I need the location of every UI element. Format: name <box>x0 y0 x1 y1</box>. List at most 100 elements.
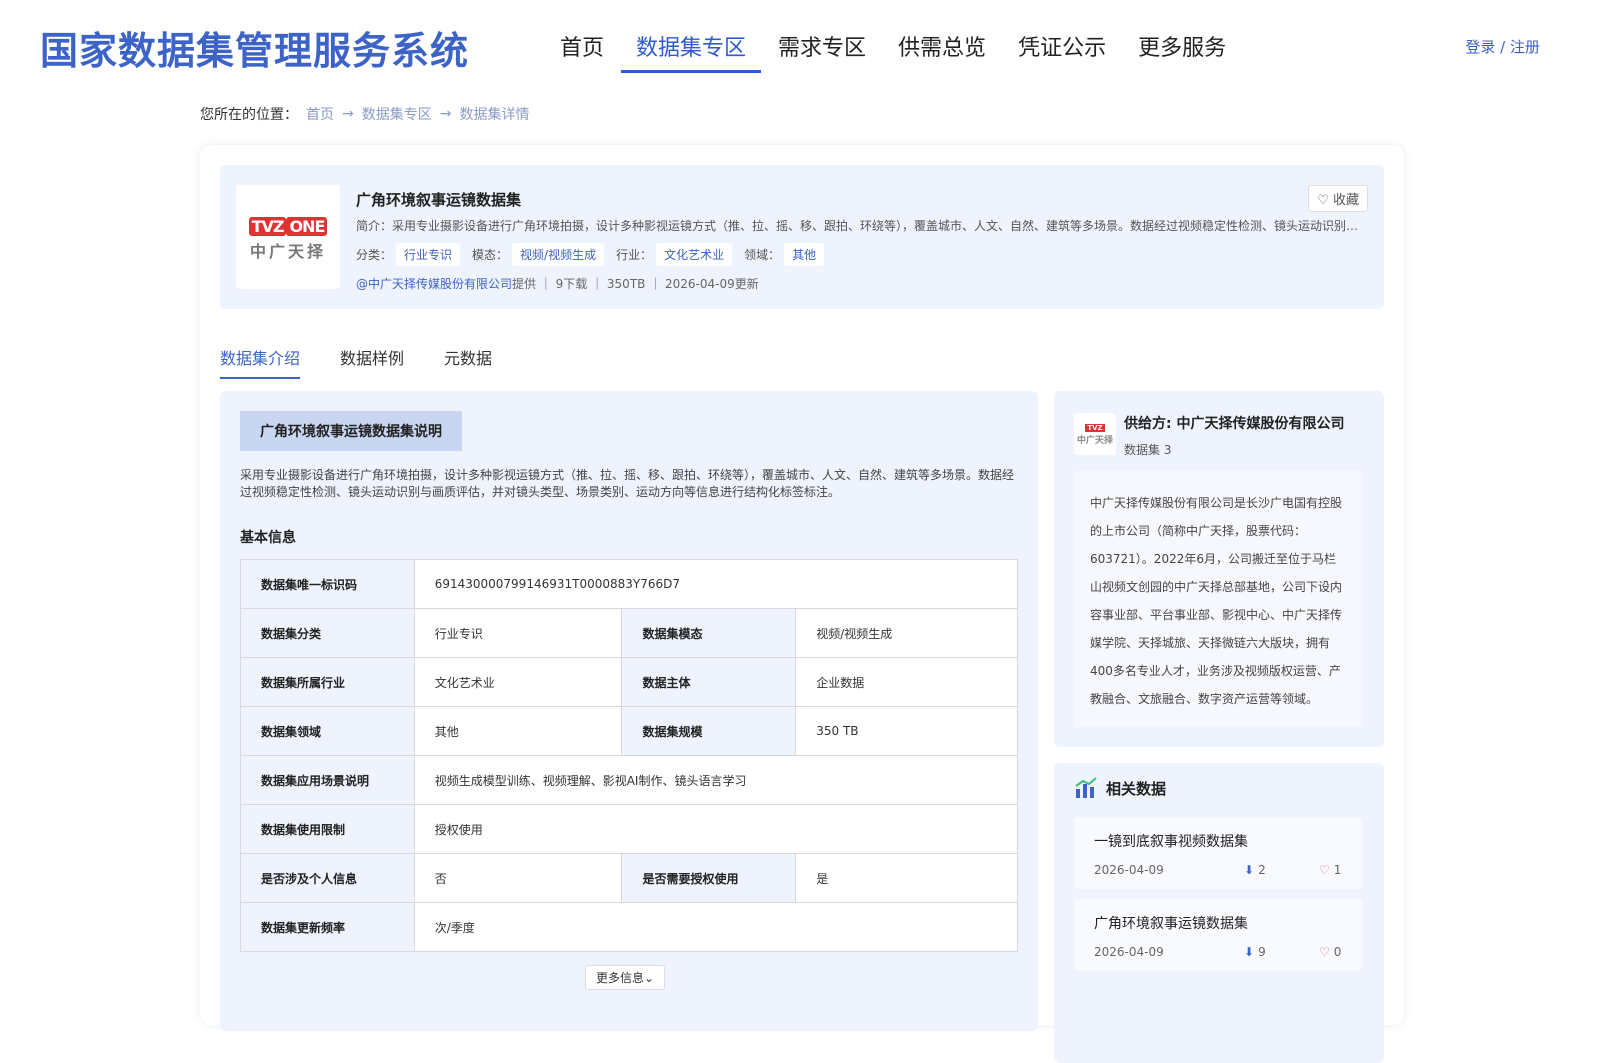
download-count: 9 <box>1258 945 1266 959</box>
table-row: 是否涉及个人信息 否 是否需要授权使用 是 <box>240 853 1018 903</box>
related-item-downloads: ⬇ 2 <box>1244 863 1266 877</box>
heart-icon: ♡ <box>1319 945 1330 959</box>
table-key: 数据集领域 <box>240 706 415 756</box>
table-value: 次/季度 <box>413 902 1019 952</box>
provider-name[interactable]: 供给方: 中广天择传媒股份有限公司 <box>1124 413 1344 433</box>
main-nav: 首页 数据集专区 需求专区 供需总览 凭证公示 更多服务 <box>545 26 1243 73</box>
tag-domain[interactable]: 其他 <box>784 243 825 266</box>
table-key: 是否涉及个人信息 <box>240 853 415 903</box>
related-item-date: 2026-04-09 <box>1094 945 1164 959</box>
meta-text: 提供 ｜ 9下载 ｜ 350TB ｜ 2026-04-09更新 <box>512 277 759 291</box>
tab-intro[interactable]: 数据集介绍 <box>220 345 301 379</box>
tag-label: 分类： <box>356 248 393 262</box>
table-key: 数据集更新频率 <box>240 902 415 952</box>
table-key: 数据集应用场景说明 <box>240 755 415 805</box>
more-info-button[interactable]: 更多信息⌄ <box>585 965 666 990</box>
heart-icon: ♡ <box>1319 863 1330 877</box>
bar-chart-icon <box>1075 777 1097 798</box>
more-info-label: 更多信息 <box>596 971 645 985</box>
dataset-intro: 简介：采用专业摄影设备进行广角环境拍摄，设计多种影视运镜方式（推、拉、摇、移、跟… <box>356 219 1366 233</box>
related-item-title: 广角环境叙事运镜数据集 <box>1094 916 1248 932</box>
table-row: 数据集应用场景说明 视频生成模型训练、视频理解、影视AI制作、镜头语言学习 <box>240 755 1019 805</box>
nav-demand-zone[interactable]: 需求专区 <box>763 26 881 73</box>
nav-more-services[interactable]: 更多服务 <box>1123 26 1241 73</box>
table-key: 数据主体 <box>621 657 797 707</box>
breadcrumb-dataset-zone[interactable]: 数据集专区 <box>362 104 432 124</box>
provider-card: TVZ 中广天择 供给方: 中广天择传媒股份有限公司 数据集 3 中广天择传媒股份… <box>1054 391 1384 747</box>
table-value: 授权使用 <box>413 804 1019 854</box>
chevron-down-icon: ⌄ <box>644 971 655 985</box>
related-data: 相关数据 一镜到底叙事视频数据集 2026-04-09 ⬇ 2 ♡ 1 广角环境叙事… <box>1054 763 1384 1063</box>
table-row: 数据集领域 其他 数据集规模 350 TB <box>240 706 1018 756</box>
favorite-label: 收藏 <box>1332 193 1359 208</box>
breadcrumb-current: 数据集详情 <box>459 107 530 123</box>
table-key: 数据集分类 <box>240 608 415 658</box>
table-value: 行业专识 <box>413 608 623 658</box>
logo-subtext: 中广天择 <box>1076 435 1113 446</box>
tag-label: 行业： <box>616 248 653 262</box>
nav-home[interactable]: 首页 <box>545 26 619 73</box>
arrow-right-icon: → <box>439 106 452 122</box>
tab-sample[interactable]: 数据样例 <box>340 345 404 379</box>
arrow-right-icon: → <box>342 106 354 122</box>
provider-logo: TVZ 中广天择 <box>1074 413 1116 455</box>
related-item-likes: ♡ 0 <box>1319 945 1341 959</box>
tab-metadata[interactable]: 元数据 <box>444 345 492 379</box>
detail-tabs: 数据集介绍 数据样例 元数据 <box>220 345 532 379</box>
favorite-button[interactable]: ♡ 收藏 <box>1308 185 1368 212</box>
breadcrumb-prefix: 您所在的位置： <box>200 107 298 123</box>
provider-link[interactable]: @中广天择传媒股份有限公司 <box>356 277 512 291</box>
related-title: 相关数据 <box>1106 779 1167 798</box>
section-title: 广角环境叙事运镜数据集说明 <box>240 411 462 451</box>
related-item-title: 一镜到底叙事视频数据集 <box>1094 834 1248 850</box>
download-icon: ⬇ <box>1244 863 1255 877</box>
logo-badge: ONE <box>286 216 328 236</box>
dataset-summary: TVZ ONE 中广天择 广角环境叙事运镜数据集 ♡ 收藏 简介：采用专业摄影设备… <box>220 165 1384 309</box>
dataset-title: 广角环境叙事运镜数据集 <box>356 191 522 209</box>
nav-dataset-zone[interactable]: 数据集专区 <box>621 26 762 73</box>
table-key: 数据集唯一标识码 <box>240 559 415 609</box>
provider-dataset-count: 数据集 3 <box>1124 443 1172 457</box>
section-description: 采用专业摄影设备进行广角环境拍摄，设计多种影视运镜方式（推、拉、摇、移、跟拍、环… <box>240 468 1015 499</box>
basic-info-title: 基本信息 <box>240 530 296 546</box>
related-item-downloads: ⬇ 9 <box>1244 945 1266 959</box>
table-key: 数据集规模 <box>621 706 797 756</box>
table-value: 350 TB <box>795 706 1018 756</box>
table-key: 数据集使用限制 <box>240 804 415 854</box>
table-row: 数据集使用限制 授权使用 <box>240 804 1019 854</box>
header: 国家数据集管理服务系统 首页 数据集专区 需求专区 供需总览 凭证公示 更多服务… <box>0 0 1600 90</box>
basic-info-table: 数据集唯一标识码 691430000799146931T0000883Y766D… <box>240 559 1019 952</box>
table-key: 是否需要授权使用 <box>621 853 797 903</box>
tag-industry[interactable]: 文化艺术业 <box>656 243 733 266</box>
list-item[interactable]: 广角环境叙事运镜数据集 2026-04-09 ⬇ 9 ♡ 0 <box>1074 899 1362 971</box>
breadcrumb: 您所在的位置： 首页 → 数据集专区 → 数据集详情 <box>200 104 537 124</box>
logo-text: TVZ <box>1085 423 1105 432</box>
tag-label: 领域： <box>744 248 781 262</box>
table-value: 企业数据 <box>795 657 1018 707</box>
table-value: 691430000799146931T0000883Y766D7 <box>413 559 1019 609</box>
provider-description: 中广天择传媒股份有限公司是长沙广电国有控股的上市公司（简称中广天择，股票代码：6… <box>1074 471 1362 727</box>
dataset-tags: 分类： 行业专识 模态： 视频/视频生成 行业： 文化艺术业 领域： 其他 <box>356 243 836 266</box>
intro-section: 广角环境叙事运镜数据集说明 采用专业摄影设备进行广角环境拍摄，设计多种影视运镜方… <box>220 391 1038 1031</box>
table-row: 数据集唯一标识码 691430000799146931T0000883Y766D… <box>240 559 1019 609</box>
logo-subtext: 中广天择 <box>249 241 326 261</box>
like-count: 0 <box>1333 945 1342 959</box>
tag-category[interactable]: 行业专识 <box>396 243 461 266</box>
site-logo[interactable]: 国家数据集管理服务系统 <box>40 20 469 75</box>
heart-icon: ♡ <box>1317 193 1329 208</box>
related-item-likes: ♡ 1 <box>1319 863 1341 877</box>
tag-modality[interactable]: 视频/视频生成 <box>512 243 605 266</box>
like-count: 1 <box>1333 863 1342 877</box>
related-header: 相关数据 <box>1074 777 1166 799</box>
download-count: 2 <box>1258 863 1266 877</box>
nav-voucher[interactable]: 凭证公示 <box>1003 26 1121 73</box>
table-row: 数据集分类 行业专识 数据集模态 视频/视频生成 <box>240 608 1018 658</box>
nav-overview[interactable]: 供需总览 <box>883 26 1001 73</box>
breadcrumb-home[interactable]: 首页 <box>306 104 334 124</box>
login-register-link[interactable]: 登录 / 注册 <box>1465 36 1540 57</box>
list-item[interactable]: 一镜到底叙事视频数据集 2026-04-09 ⬇ 2 ♡ 1 <box>1074 817 1362 889</box>
table-value: 视频生成模型训练、视频理解、影视AI制作、镜头语言学习 <box>413 755 1019 805</box>
download-icon: ⬇ <box>1244 945 1255 959</box>
table-key: 数据集模态 <box>621 608 797 658</box>
table-value: 其他 <box>413 706 623 756</box>
